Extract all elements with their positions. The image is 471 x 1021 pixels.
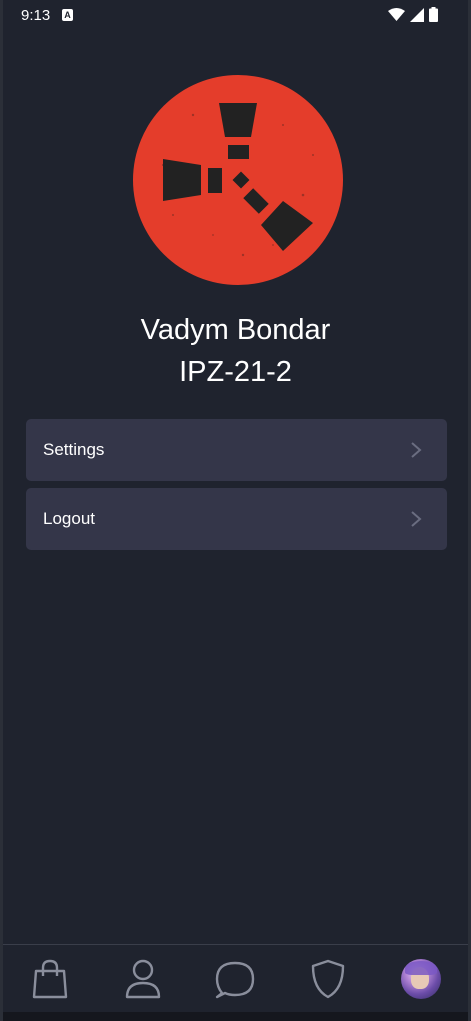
notification-a-icon: A bbox=[62, 9, 73, 21]
nav-shield-button[interactable] bbox=[306, 957, 350, 1001]
nav-shop-button[interactable] bbox=[28, 957, 72, 1001]
user-avatar bbox=[401, 959, 441, 999]
battery-icon bbox=[429, 7, 438, 22]
logout-label: Logout bbox=[43, 509, 95, 528]
system-nav-strip bbox=[3, 1012, 468, 1021]
shopping-bag-icon bbox=[32, 959, 68, 999]
wifi-icon bbox=[388, 8, 405, 21]
profile-screen: 9:13 A Vadym Bondar IPZ-21-2 Settings Lo… bbox=[0, 0, 471, 1021]
bottom-navigation bbox=[3, 944, 468, 1013]
cellular-signal-icon bbox=[410, 7, 424, 22]
nav-chat-button[interactable] bbox=[213, 957, 257, 1001]
status-bar: 9:13 A bbox=[3, 0, 468, 32]
user-group: IPZ-21-2 bbox=[179, 356, 292, 388]
profile-logo-image bbox=[133, 75, 343, 285]
settings-label: Settings bbox=[43, 440, 105, 459]
nav-user-avatar-button[interactable] bbox=[399, 957, 443, 1001]
chevron-right-icon bbox=[411, 442, 422, 458]
status-icons bbox=[388, 7, 438, 22]
chevron-right-icon bbox=[411, 511, 422, 527]
settings-menu-item[interactable]: Settings bbox=[26, 419, 447, 481]
logout-menu-item[interactable]: Logout bbox=[26, 488, 447, 550]
person-icon bbox=[125, 959, 161, 999]
nav-profile-button[interactable] bbox=[121, 957, 165, 1001]
shield-icon bbox=[311, 959, 345, 999]
user-name: Vadym Bondar bbox=[140, 314, 331, 346]
chat-bubble-icon bbox=[215, 961, 255, 999]
status-time: 9:13 bbox=[21, 7, 51, 24]
